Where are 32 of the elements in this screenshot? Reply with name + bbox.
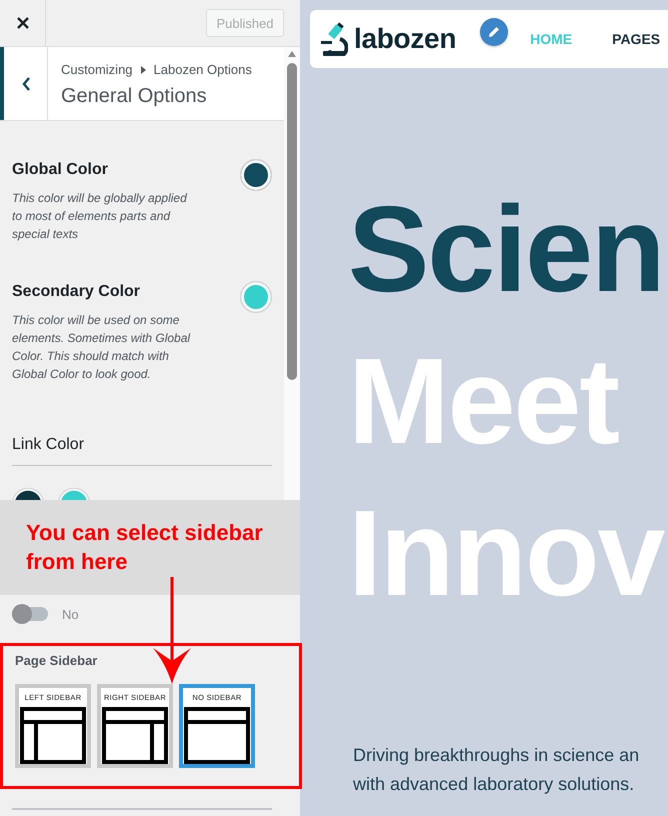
setting-title: Page Sidebar [15,652,98,670]
scrollbar-thumb[interactable] [287,63,297,380]
toggle-label: No [62,606,79,622]
edit-shortcut-button[interactable] [480,18,508,46]
setting-title: Secondary Color [12,282,140,302]
annotation-text: You can select sidebar from here [26,519,264,576]
setting-title: Link Color [12,435,84,455]
left-column-layout-icon [20,707,86,764]
up-arrow-icon[interactable] [288,51,296,57]
intro-paragraph: Driving breakthroughs in science an with advanced laboratory solutions. [353,744,640,796]
setting-description: This color will be globally applied to most of elements parts and special texts [12,190,188,243]
chevron-left-icon [22,76,30,90]
brand-name: labozen [354,22,458,56]
color-swatch[interactable] [12,488,44,500]
single-column-layout-icon [184,707,250,764]
microscope-icon [320,22,348,56]
breadcrumb-item: Labozen Options [154,61,252,79]
right-column-layout-icon [102,707,168,764]
close-icon [16,17,28,29]
color-swatch[interactable] [240,159,272,191]
caret-icon [140,66,146,74]
breadcrumb-item: Customizing [61,61,133,79]
color-swatch[interactable] [58,488,90,500]
setting-title: Global Color [12,160,108,180]
setting-description: This color will be used on some elements. Sometimes with Global Color. This should match with Global Color to look good. [12,312,192,383]
color-swatch[interactable] [240,281,272,313]
pencil-icon [488,26,500,38]
toggle-switch[interactable] [12,604,48,624]
back-button[interactable] [0,47,48,120]
nav-link[interactable]: PAGES [612,30,660,48]
panel-title: General Options [61,84,207,109]
hero-heading: Scien [348,180,664,319]
